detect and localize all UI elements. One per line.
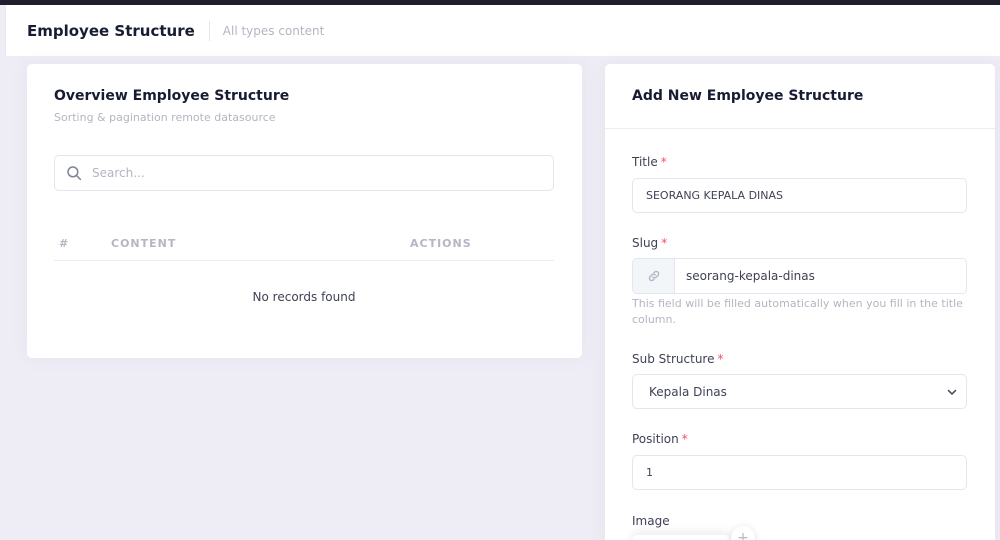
slug-input[interactable]: [675, 259, 966, 293]
image-label: Image: [632, 514, 670, 528]
column-header-actions: ACTIONS: [410, 237, 472, 250]
search-icon: [67, 166, 82, 181]
slug-label-text: Slug: [632, 236, 659, 250]
sub-structure-selected-value: Kepala Dinas: [649, 384, 727, 399]
sub-structure-select[interactable]: Kepala Dinas: [632, 374, 967, 409]
title-label-text: Title: [632, 155, 658, 169]
add-form-card: Add New Employee Structure Title* Slug* …: [605, 64, 995, 540]
title-label: Title *: [632, 155, 667, 169]
chevron-down-icon: [947, 389, 957, 395]
required-mark: *: [681, 432, 688, 446]
title-input[interactable]: [632, 178, 967, 213]
sub-structure-label-text: Sub Structure: [632, 352, 715, 366]
page-title: Employee Structure: [27, 20, 210, 41]
position-label-text: Position: [632, 432, 679, 446]
slug-addon: [633, 259, 675, 293]
overview-title: Overview Employee Structure: [54, 88, 290, 104]
form-header: Add New Employee Structure: [605, 64, 995, 129]
position-label: Position *: [632, 432, 688, 446]
subheader: Employee Structure All types content: [5, 5, 1000, 56]
page-description: All types content: [222, 23, 325, 38]
sub-structure-label: Sub Structure *: [632, 352, 723, 366]
required-mark: *: [660, 155, 667, 169]
image-preview[interactable]: [632, 535, 730, 540]
empty-state-text: No records found: [252, 290, 356, 304]
column-header-number[interactable]: #: [59, 237, 69, 250]
column-header-content[interactable]: CONTENT: [111, 237, 176, 250]
required-mark: *: [661, 236, 668, 250]
form-title: Add New Employee Structure: [632, 88, 864, 104]
slug-input-group: [632, 258, 967, 294]
link-icon: [648, 270, 659, 282]
position-input[interactable]: [632, 455, 967, 490]
overview-card: Overview Employee Structure Sorting & pa…: [27, 64, 582, 358]
search-input[interactable]: [92, 166, 532, 180]
required-mark: *: [717, 352, 724, 366]
slug-label: Slug *: [632, 236, 667, 250]
search-box[interactable]: [54, 155, 554, 191]
image-add-button[interactable]: +: [731, 526, 755, 540]
overview-subtitle: Sorting & pagination remote datasource: [54, 111, 276, 124]
table-header: # CONTENT ACTIONS: [54, 231, 554, 261]
slug-help-text: This field will be filled automatically …: [632, 297, 963, 326]
